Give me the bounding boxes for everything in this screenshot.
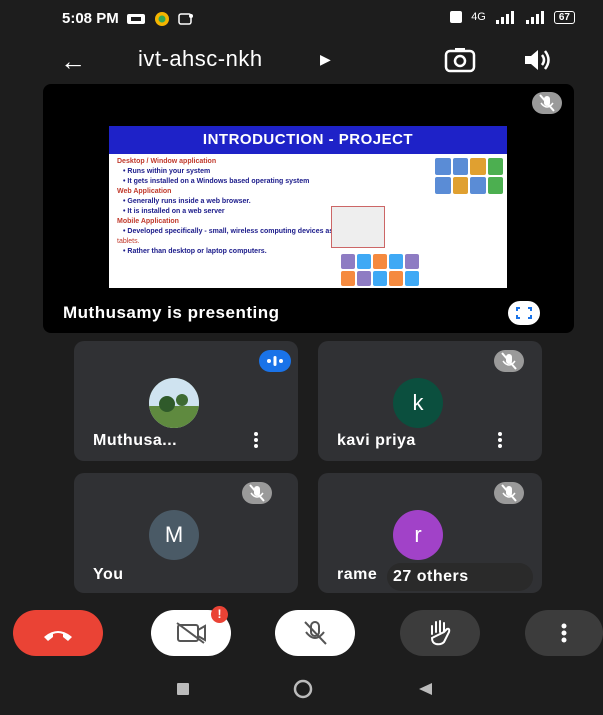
app-icon: [155, 12, 169, 26]
battery-icon: 67: [553, 10, 575, 24]
mic-off-icon: [494, 350, 524, 372]
avatar: r: [393, 510, 443, 560]
meeting-top-bar: ← ivt-ahsc-nkh ▶: [0, 40, 603, 80]
presentation-panel[interactable]: INTRODUCTION - PROJECT Desktop / Window …: [43, 84, 574, 333]
slide-line: • It is installed on a web server: [123, 208, 225, 215]
mic-off-icon: [532, 92, 562, 114]
speaker-icon[interactable]: [522, 47, 552, 73]
navigation-bar: [0, 662, 603, 715]
mic-toggle-button[interactable]: [275, 610, 355, 656]
slide-line: • Generally runs inside a web browser.: [123, 198, 251, 205]
switch-camera-icon[interactable]: [443, 46, 477, 74]
status-bar: 5:08 PM 4G 67: [0, 0, 603, 36]
end-call-button[interactable]: [13, 610, 103, 656]
mic-off-icon: [304, 621, 327, 645]
participant-name: kavi priya: [337, 432, 416, 449]
end-call-icon: [44, 631, 72, 641]
network-type: 4G: [471, 11, 486, 23]
participant-tile[interactable]: Muthusa...: [74, 341, 298, 461]
signal-icon: [495, 11, 514, 24]
web-page-image: [331, 206, 385, 248]
mic-off-icon: [242, 482, 272, 504]
more-vert-icon[interactable]: [254, 432, 260, 450]
raise-hand-icon: [430, 620, 451, 646]
more-vert-icon: [561, 623, 567, 643]
shared-slide: INTRODUCTION - PROJECT Desktop / Window …: [109, 126, 507, 288]
mobile-apps-image: [341, 254, 419, 286]
participant-tile[interactable]: M You: [74, 473, 298, 593]
signal-icon-2: [525, 11, 544, 24]
back-nav-icon[interactable]: [417, 682, 433, 696]
mic-off-icon: [494, 482, 524, 504]
camera-toggle-button[interactable]: !: [151, 606, 231, 656]
slide-line: • Developed specifically - small, wirele…: [123, 228, 380, 235]
more-vert-icon[interactable]: [498, 432, 504, 450]
participant-name: Muthusa...: [93, 432, 178, 449]
home-icon[interactable]: [293, 679, 313, 699]
avatar: k: [393, 378, 443, 428]
slide-title: INTRODUCTION - PROJECT: [109, 126, 507, 154]
slide-line: • Rather than desktop or laptop computer…: [123, 248, 267, 255]
avatar: M: [149, 510, 199, 560]
sim-icon: [450, 11, 463, 23]
fullscreen-icon[interactable]: [508, 301, 540, 325]
arrow-left-icon[interactable]: ←: [60, 46, 86, 77]
slide-line: Mobile Application: [117, 218, 179, 225]
avatar: [149, 378, 199, 428]
caret-right-icon[interactable]: ▶: [320, 51, 331, 68]
raise-hand-button[interactable]: [400, 610, 480, 656]
presenting-label: Muthusamy is presenting: [63, 303, 280, 322]
call-controls: !: [0, 606, 603, 660]
recent-apps-icon[interactable]: [176, 682, 190, 696]
participant-tile[interactable]: k kavi priya: [318, 341, 542, 461]
others-count-chip[interactable]: 27 others: [387, 563, 533, 591]
participant-name: rame: [337, 566, 378, 583]
meeting-title[interactable]: ivt-ahsc-nkh: [138, 46, 263, 72]
slide-line: tablets.: [117, 238, 140, 245]
cast-icon: [178, 13, 193, 25]
more-options-button[interactable]: [525, 610, 603, 656]
alert-badge-icon: !: [211, 606, 228, 623]
office-apps-image: [435, 158, 503, 194]
participant-name: You: [93, 566, 124, 583]
notification-icon: [127, 14, 145, 24]
audio-level-icon: [259, 350, 291, 372]
status-time: 5:08 PM: [62, 10, 119, 27]
